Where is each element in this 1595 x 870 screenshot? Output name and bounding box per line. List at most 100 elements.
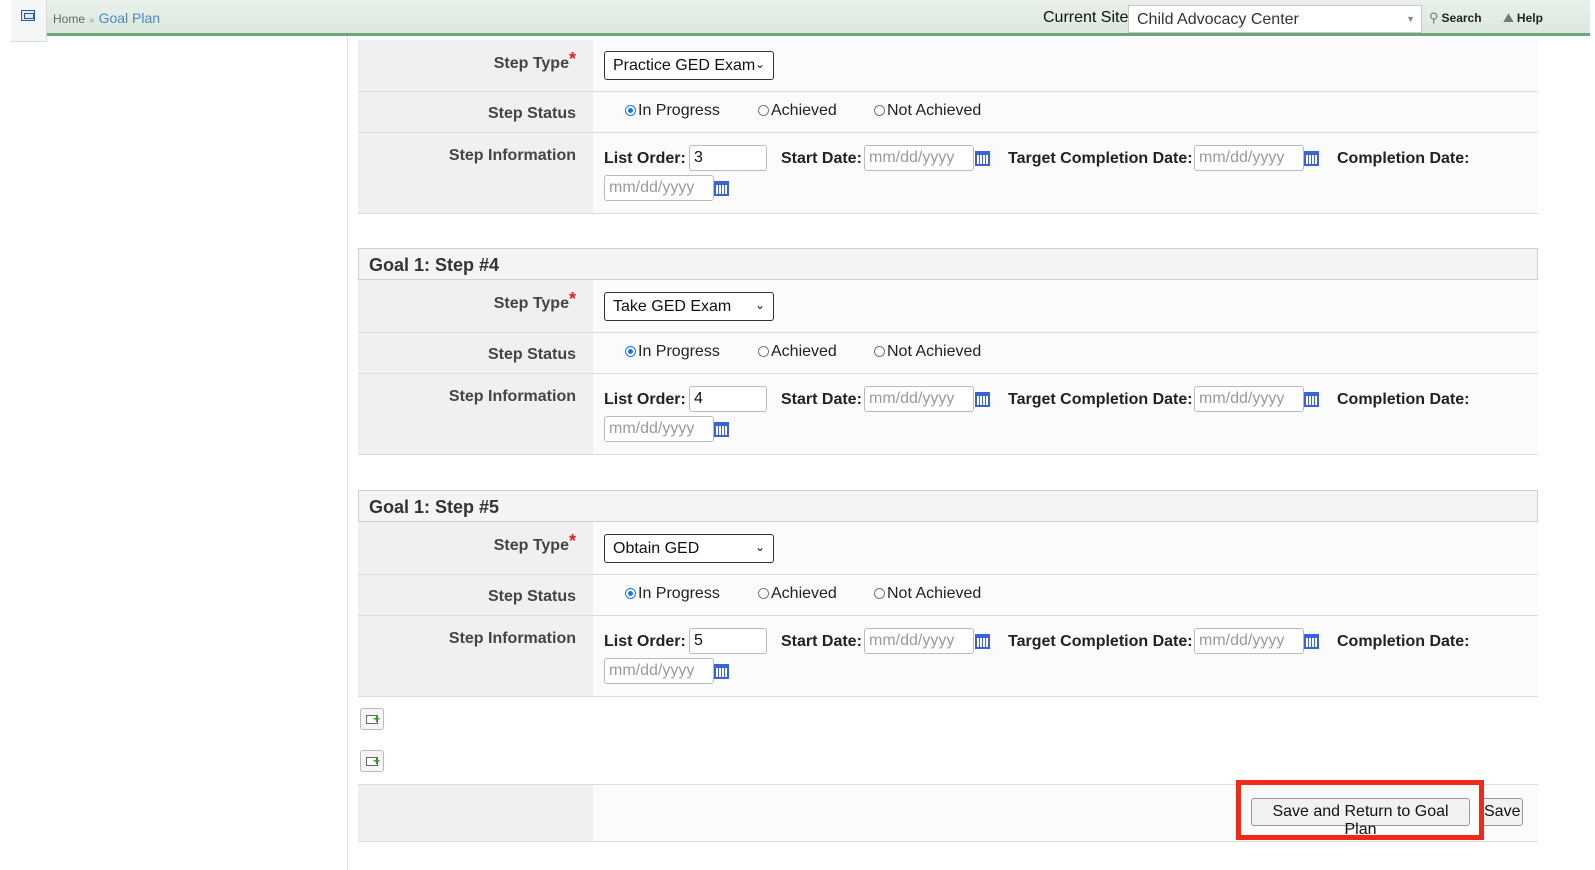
- radio-icon: [874, 105, 885, 116]
- app-window-icon: [21, 10, 35, 21]
- radio-icon: [758, 588, 769, 599]
- status-in-progress-option[interactable]: In Progress: [625, 343, 720, 361]
- step-type-label: Step Type*: [358, 280, 593, 332]
- step-type-row: Step Type* Practice GED Exam ⌄: [358, 40, 1538, 92]
- status-in-progress-option[interactable]: In Progress: [625, 102, 720, 120]
- required-mark: *: [568, 49, 576, 69]
- target-completion-date-input[interactable]: mm/dd/yyyy: [1194, 386, 1304, 412]
- step-type-label: Step Type*: [358, 40, 593, 91]
- calendar-icon[interactable]: [714, 422, 729, 437]
- target-completion-date-label: Target Completion Date:: [1008, 150, 1193, 167]
- radio-icon: [758, 346, 769, 357]
- save-button[interactable]: Save: [1481, 798, 1523, 826]
- add-goal-button[interactable]: [360, 750, 384, 772]
- breadcrumb-home[interactable]: Home: [53, 12, 85, 26]
- step-information-label: Step Information: [358, 133, 593, 213]
- radio-selected-icon: [625, 346, 636, 357]
- calendar-icon[interactable]: [975, 392, 990, 407]
- status-achieved-option[interactable]: Achieved: [758, 102, 837, 120]
- search-icon: ⚲: [1429, 10, 1439, 25]
- status-not-achieved-option[interactable]: Not Achieved: [874, 102, 981, 120]
- left-panel-divider: [347, 36, 348, 870]
- required-mark: *: [568, 531, 576, 551]
- status-achieved-option[interactable]: Achieved: [758, 343, 837, 361]
- status-achieved-option[interactable]: Achieved: [758, 585, 837, 603]
- status-in-progress-option[interactable]: In Progress: [625, 585, 720, 603]
- target-completion-date-label: Target Completion Date:: [1008, 633, 1193, 650]
- list-order-label: List Order:: [604, 391, 686, 408]
- target-completion-date-label: Target Completion Date:: [1008, 391, 1193, 408]
- list-order-input[interactable]: 4: [689, 386, 767, 412]
- step-status-row: Step Status In Progress Achieved Not Ach…: [358, 92, 1538, 133]
- step-type-select[interactable]: Obtain GED ⌄: [604, 534, 774, 563]
- add-step-button[interactable]: [360, 708, 384, 730]
- start-date-label: Start Date:: [781, 633, 862, 650]
- step-status-label: Step Status: [358, 92, 593, 132]
- step-information-label: Step Information: [358, 616, 593, 696]
- list-order-input[interactable]: 3: [689, 145, 767, 171]
- target-completion-date-input[interactable]: mm/dd/yyyy: [1194, 628, 1304, 654]
- start-date-label: Start Date:: [781, 391, 862, 408]
- status-not-achieved-option[interactable]: Not Achieved: [874, 585, 981, 603]
- current-site-label: Current Site: [1043, 9, 1129, 26]
- start-date-input[interactable]: mm/dd/yyyy: [864, 628, 974, 654]
- section-title: Goal 1: Step #4: [358, 248, 1538, 280]
- step-type-value: Take GED Exam: [613, 298, 732, 315]
- completion-date-label: Completion Date:: [1337, 150, 1470, 167]
- step-type-row: Step Type* Take GED Exam ⌄: [358, 280, 1538, 333]
- completion-date-input[interactable]: mm/dd/yyyy: [604, 175, 714, 201]
- step-status-label: Step Status: [358, 333, 593, 373]
- breadcrumb-current[interactable]: Goal Plan: [99, 10, 160, 26]
- search-label: Search: [1441, 11, 1482, 25]
- breadcrumb-separator: »: [89, 15, 95, 26]
- top-bar: Home » Goal Plan Current Site Child Advoca…: [47, 0, 1590, 36]
- radio-selected-icon: [625, 105, 636, 116]
- app-menu-button[interactable]: [11, 0, 47, 42]
- search-link[interactable]: ⚲ Search: [1429, 10, 1482, 26]
- target-completion-date-input[interactable]: mm/dd/yyyy: [1194, 145, 1304, 171]
- current-site-select[interactable]: Child Advocacy Center ▼: [1128, 5, 1422, 33]
- list-order-input[interactable]: 5: [689, 628, 767, 654]
- chevron-down-icon: ⌄: [754, 540, 765, 554]
- current-site-value: Child Advocacy Center: [1137, 11, 1299, 28]
- breadcrumb: Home » Goal Plan: [53, 10, 160, 26]
- step-type-value: Practice GED Exam: [613, 57, 756, 74]
- completion-date-label: Completion Date:: [1337, 391, 1470, 408]
- step-information-row: Step Information List Order: 4 Start Dat…: [358, 374, 1538, 455]
- step-type-value: Obtain GED: [613, 540, 700, 557]
- step-status-label: Step Status: [358, 575, 593, 615]
- step-type-select[interactable]: Practice GED Exam ⌄: [604, 51, 774, 80]
- goal-step-4-section: Goal 1: Step #4 Step Type* Take GED Exam…: [358, 248, 1538, 455]
- start-date-label: Start Date:: [781, 150, 862, 167]
- help-icon: ⛰: [1503, 10, 1514, 25]
- step-type-select[interactable]: Take GED Exam ⌄: [604, 292, 774, 321]
- chevron-down-icon: ▼: [1406, 14, 1415, 24]
- step-type-row: Step Type* Obtain GED ⌄: [358, 522, 1538, 575]
- status-not-achieved-option[interactable]: Not Achieved: [874, 343, 981, 361]
- radio-icon: [874, 346, 885, 357]
- completion-date-input[interactable]: mm/dd/yyyy: [604, 658, 714, 684]
- help-link[interactable]: ⛰ Help: [1503, 10, 1543, 26]
- calendar-icon[interactable]: [714, 181, 729, 196]
- goal-step-5-section: Goal 1: Step #5 Step Type* Obtain GED ⌄ S…: [358, 490, 1538, 697]
- calendar-icon[interactable]: [1304, 634, 1319, 649]
- step-type-label: Step Type*: [358, 522, 593, 574]
- calendar-icon[interactable]: [975, 634, 990, 649]
- calendar-icon[interactable]: [1304, 151, 1319, 166]
- highlight-box: [1236, 780, 1484, 840]
- start-date-input[interactable]: mm/dd/yyyy: [864, 145, 974, 171]
- start-date-input[interactable]: mm/dd/yyyy: [864, 386, 974, 412]
- chevron-down-icon: ⌄: [754, 298, 765, 312]
- chevron-down-icon: ⌄: [754, 57, 765, 71]
- completion-date-input[interactable]: mm/dd/yyyy: [604, 416, 714, 442]
- calendar-icon[interactable]: [714, 664, 729, 679]
- list-order-label: List Order:: [604, 150, 686, 167]
- radio-icon: [758, 105, 769, 116]
- calendar-icon[interactable]: [1304, 392, 1319, 407]
- completion-date-label: Completion Date:: [1337, 633, 1470, 650]
- step-status-row: Step Status In Progress Achieved Not Ach…: [358, 333, 1538, 374]
- step-status-row: Step Status In Progress Achieved Not Ach…: [358, 575, 1538, 616]
- step-information-label: Step Information: [358, 374, 593, 454]
- calendar-icon[interactable]: [975, 151, 990, 166]
- goal-step-3-section: Step Type* Practice GED Exam ⌄ Step Statu…: [358, 40, 1538, 214]
